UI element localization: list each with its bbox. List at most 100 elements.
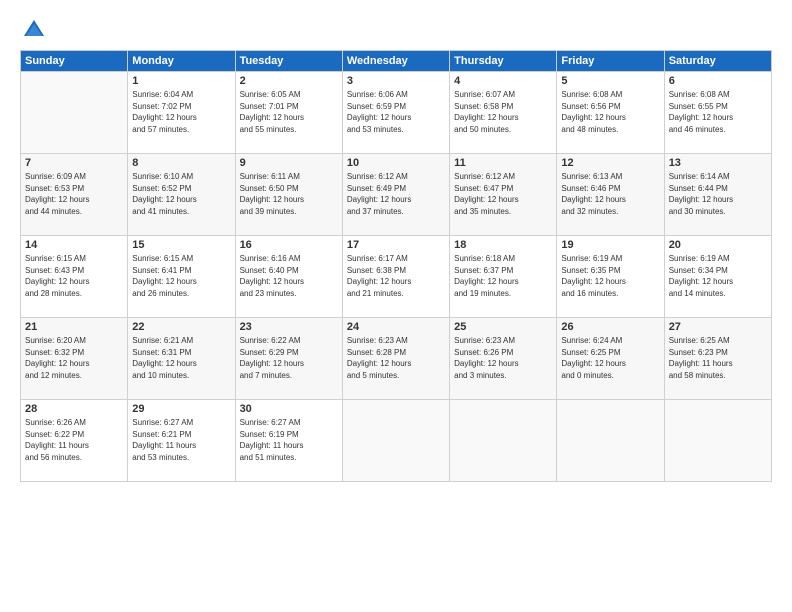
calendar-cell: 10 Sunrise: 6:12 AM Sunset: 6:49 PM Dayli… <box>342 154 449 236</box>
header <box>20 16 772 44</box>
day-info: Sunrise: 6:14 AM Sunset: 6:44 PM Dayligh… <box>669 171 767 217</box>
calendar-cell: 14 Sunrise: 6:15 AM Sunset: 6:43 PM Dayli… <box>21 236 128 318</box>
page: SundayMondayTuesdayWednesdayThursdayFrid… <box>0 0 792 612</box>
weekday-thursday: Thursday <box>450 51 557 72</box>
day-number: 20 <box>669 239 767 251</box>
day-number: 6 <box>669 75 767 87</box>
weekday-header-row: SundayMondayTuesdayWednesdayThursdayFrid… <box>21 51 772 72</box>
logo <box>20 16 52 44</box>
day-info: Sunrise: 6:20 AM Sunset: 6:32 PM Dayligh… <box>25 335 123 381</box>
day-info: Sunrise: 6:11 AM Sunset: 6:50 PM Dayligh… <box>240 171 338 217</box>
day-number: 18 <box>454 239 552 251</box>
day-info: Sunrise: 6:25 AM Sunset: 6:23 PM Dayligh… <box>669 335 767 381</box>
calendar-cell: 29 Sunrise: 6:27 AM Sunset: 6:21 PM Dayli… <box>128 400 235 482</box>
calendar-cell: 23 Sunrise: 6:22 AM Sunset: 6:29 PM Dayli… <box>235 318 342 400</box>
calendar-cell: 28Sunrise: 6:26 AM Sunset: 6:22 PM Dayli… <box>21 400 128 482</box>
calendar-cell: 16 Sunrise: 6:16 AM Sunset: 6:40 PM Dayli… <box>235 236 342 318</box>
day-number: 3 <box>347 75 445 87</box>
weekday-friday: Friday <box>557 51 664 72</box>
day-number: 25 <box>454 321 552 333</box>
day-info: Sunrise: 6:26 AM Sunset: 6:22 PM Dayligh… <box>25 417 123 463</box>
calendar-cell: 13Sunrise: 6:14 AM Sunset: 6:44 PM Dayli… <box>664 154 771 236</box>
day-info: Sunrise: 6:19 AM Sunset: 6:34 PM Dayligh… <box>669 253 767 299</box>
day-info: Sunrise: 6:23 AM Sunset: 6:26 PM Dayligh… <box>454 335 552 381</box>
week-row-4: 21 Sunrise: 6:20 AM Sunset: 6:32 PM Dayli… <box>21 318 772 400</box>
day-number: 5 <box>561 75 659 87</box>
day-info: Sunrise: 6:23 AM Sunset: 6:28 PM Dayligh… <box>347 335 445 381</box>
week-row-1: 1 Sunrise: 6:04 AM Sunset: 7:02 PM Daylig… <box>21 72 772 154</box>
calendar-cell <box>557 400 664 482</box>
day-number: 9 <box>240 157 338 169</box>
day-number: 4 <box>454 75 552 87</box>
weekday-saturday: Saturday <box>664 51 771 72</box>
day-info: Sunrise: 6:08 AM Sunset: 6:56 PM Dayligh… <box>561 89 659 135</box>
day-number: 12 <box>561 157 659 169</box>
day-number: 7 <box>25 157 123 169</box>
calendar-cell: 24 Sunrise: 6:23 AM Sunset: 6:28 PM Dayli… <box>342 318 449 400</box>
calendar-cell: 8Sunrise: 6:10 AM Sunset: 6:52 PM Daylig… <box>128 154 235 236</box>
day-info: Sunrise: 6:17 AM Sunset: 6:38 PM Dayligh… <box>347 253 445 299</box>
day-info: Sunrise: 6:15 AM Sunset: 6:43 PM Dayligh… <box>25 253 123 299</box>
day-number: 2 <box>240 75 338 87</box>
day-info: Sunrise: 6:10 AM Sunset: 6:52 PM Dayligh… <box>132 171 230 217</box>
day-info: Sunrise: 6:22 AM Sunset: 6:29 PM Dayligh… <box>240 335 338 381</box>
day-info: Sunrise: 6:27 AM Sunset: 6:19 PM Dayligh… <box>240 417 338 463</box>
day-info: Sunrise: 6:12 AM Sunset: 6:47 PM Dayligh… <box>454 171 552 217</box>
calendar-cell: 3Sunrise: 6:06 AM Sunset: 6:59 PM Daylig… <box>342 72 449 154</box>
calendar-cell: 18Sunrise: 6:18 AM Sunset: 6:37 PM Dayli… <box>450 236 557 318</box>
week-row-2: 7 Sunrise: 6:09 AM Sunset: 6:53 PM Daylig… <box>21 154 772 236</box>
weekday-tuesday: Tuesday <box>235 51 342 72</box>
day-info: Sunrise: 6:05 AM Sunset: 7:01 PM Dayligh… <box>240 89 338 135</box>
day-info: Sunrise: 6:27 AM Sunset: 6:21 PM Dayligh… <box>132 417 230 463</box>
day-info: Sunrise: 6:16 AM Sunset: 6:40 PM Dayligh… <box>240 253 338 299</box>
day-info: Sunrise: 6:04 AM Sunset: 7:02 PM Dayligh… <box>132 89 230 135</box>
week-row-3: 14 Sunrise: 6:15 AM Sunset: 6:43 PM Dayli… <box>21 236 772 318</box>
day-number: 17 <box>347 239 445 251</box>
calendar-cell <box>664 400 771 482</box>
week-row-5: 28Sunrise: 6:26 AM Sunset: 6:22 PM Dayli… <box>21 400 772 482</box>
day-info: Sunrise: 6:09 AM Sunset: 6:53 PM Dayligh… <box>25 171 123 217</box>
day-info: Sunrise: 6:15 AM Sunset: 6:41 PM Dayligh… <box>132 253 230 299</box>
calendar-cell: 5 Sunrise: 6:08 AM Sunset: 6:56 PM Daylig… <box>557 72 664 154</box>
day-number: 21 <box>25 321 123 333</box>
calendar-cell: 17 Sunrise: 6:17 AM Sunset: 6:38 PM Dayli… <box>342 236 449 318</box>
weekday-wednesday: Wednesday <box>342 51 449 72</box>
day-info: Sunrise: 6:13 AM Sunset: 6:46 PM Dayligh… <box>561 171 659 217</box>
calendar-cell: 1 Sunrise: 6:04 AM Sunset: 7:02 PM Daylig… <box>128 72 235 154</box>
calendar-cell: 20 Sunrise: 6:19 AM Sunset: 6:34 PM Dayli… <box>664 236 771 318</box>
calendar-cell: 19 Sunrise: 6:19 AM Sunset: 6:35 PM Dayli… <box>557 236 664 318</box>
day-number: 27 <box>669 321 767 333</box>
calendar-cell <box>450 400 557 482</box>
calendar-cell: 7 Sunrise: 6:09 AM Sunset: 6:53 PM Daylig… <box>21 154 128 236</box>
day-number: 29 <box>132 403 230 415</box>
calendar-cell: 12 Sunrise: 6:13 AM Sunset: 6:46 PM Dayli… <box>557 154 664 236</box>
calendar-cell: 25 Sunrise: 6:23 AM Sunset: 6:26 PM Dayli… <box>450 318 557 400</box>
calendar-cell: 22Sunrise: 6:21 AM Sunset: 6:31 PM Dayli… <box>128 318 235 400</box>
day-number: 19 <box>561 239 659 251</box>
day-number: 15 <box>132 239 230 251</box>
calendar-cell: 6 Sunrise: 6:08 AM Sunset: 6:55 PM Daylig… <box>664 72 771 154</box>
weekday-monday: Monday <box>128 51 235 72</box>
day-number: 23 <box>240 321 338 333</box>
calendar-cell <box>21 72 128 154</box>
day-number: 11 <box>454 157 552 169</box>
calendar-cell: 4 Sunrise: 6:07 AM Sunset: 6:58 PM Daylig… <box>450 72 557 154</box>
day-info: Sunrise: 6:24 AM Sunset: 6:25 PM Dayligh… <box>561 335 659 381</box>
day-info: Sunrise: 6:08 AM Sunset: 6:55 PM Dayligh… <box>669 89 767 135</box>
day-number: 16 <box>240 239 338 251</box>
day-number: 24 <box>347 321 445 333</box>
calendar-cell: 30 Sunrise: 6:27 AM Sunset: 6:19 PM Dayli… <box>235 400 342 482</box>
calendar-cell: 15 Sunrise: 6:15 AM Sunset: 6:41 PM Dayli… <box>128 236 235 318</box>
day-number: 26 <box>561 321 659 333</box>
day-info: Sunrise: 6:07 AM Sunset: 6:58 PM Dayligh… <box>454 89 552 135</box>
weekday-sunday: Sunday <box>21 51 128 72</box>
day-info: Sunrise: 6:19 AM Sunset: 6:35 PM Dayligh… <box>561 253 659 299</box>
day-info: Sunrise: 6:12 AM Sunset: 6:49 PM Dayligh… <box>347 171 445 217</box>
day-number: 14 <box>25 239 123 251</box>
day-number: 30 <box>240 403 338 415</box>
day-info: Sunrise: 6:21 AM Sunset: 6:31 PM Dayligh… <box>132 335 230 381</box>
logo-icon <box>20 16 48 44</box>
day-number: 1 <box>132 75 230 87</box>
calendar-cell: 11 Sunrise: 6:12 AM Sunset: 6:47 PM Dayli… <box>450 154 557 236</box>
day-number: 10 <box>347 157 445 169</box>
